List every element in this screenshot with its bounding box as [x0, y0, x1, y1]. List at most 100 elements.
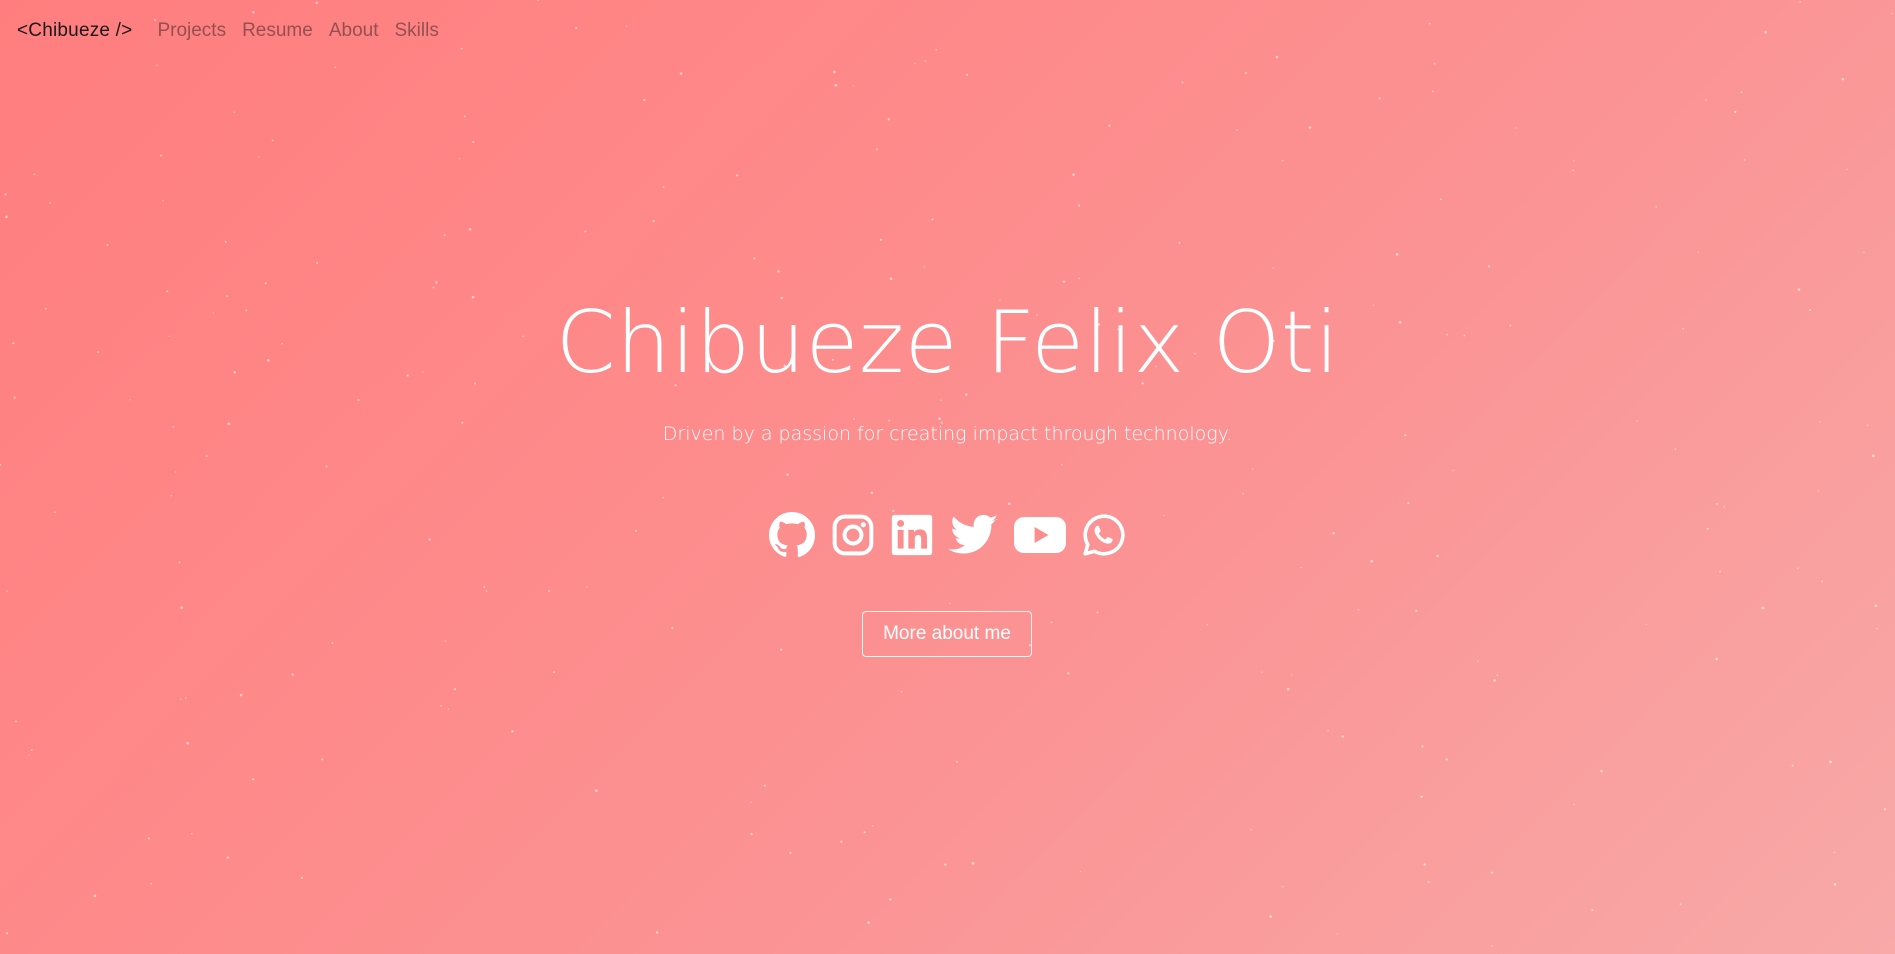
particle-dot	[1704, 99, 1707, 101]
particle-dot	[1272, 267, 1274, 269]
particle-dot	[1108, 124, 1111, 127]
particle-dot	[852, 85, 855, 87]
nav-link-about[interactable]: About	[329, 20, 379, 42]
particle-background	[0, 0, 1893, 947]
particle-dot	[679, 72, 683, 75]
particle-dot	[652, 219, 655, 223]
particle-dot	[1636, 420, 1638, 422]
particle-dot	[1308, 126, 1312, 129]
particle-dot	[1300, 566, 1302, 569]
particle-dot	[1600, 769, 1603, 773]
particle-dot	[1573, 160, 1575, 162]
particle-dot	[180, 606, 183, 609]
particle-dot	[1415, 609, 1418, 612]
particle-dot	[1797, 567, 1799, 569]
particle-dot	[1061, 464, 1063, 466]
particle-dot	[300, 876, 303, 880]
particle-dot	[971, 861, 975, 865]
particle-dot	[1336, 933, 1338, 935]
particle-dot	[239, 693, 243, 697]
particle-dot	[1874, 604, 1878, 608]
particle-dot	[321, 758, 324, 761]
instagram-icon[interactable]	[831, 510, 875, 560]
particle-dot	[956, 760, 959, 763]
particle-dot	[186, 741, 190, 745]
particle-dot	[1423, 863, 1426, 866]
particle-dot	[1833, 851, 1836, 854]
particle-dot	[834, 83, 838, 87]
particle-dot	[6, 590, 8, 592]
particle-dot	[1490, 871, 1493, 874]
particle-dot	[1740, 91, 1743, 93]
particle-dot	[447, 708, 450, 710]
particle-dot	[6, 932, 9, 935]
particle-dot	[789, 851, 792, 855]
particle-dot	[178, 561, 181, 564]
particle-dot	[1357, 608, 1360, 611]
particle-dot	[931, 218, 934, 221]
particle-dot	[1883, 808, 1887, 811]
particle-dot	[468, 228, 472, 231]
particle-dot	[1281, 160, 1284, 162]
particle-dot	[1178, 241, 1181, 244]
nav-link-resume[interactable]: Resume	[242, 20, 313, 42]
particle-dot	[1591, 909, 1594, 911]
particle-dot	[949, 602, 951, 605]
particle-dot	[1716, 502, 1718, 505]
particle-dot	[1290, 674, 1293, 676]
particle-dot	[1341, 735, 1344, 738]
nav-link-skills[interactable]: Skills	[394, 20, 438, 42]
particle-dot	[662, 186, 665, 188]
particle-dot	[129, 399, 131, 401]
github-icon[interactable]	[768, 510, 816, 560]
particle-dot	[160, 154, 163, 157]
particle-dot	[662, 496, 664, 499]
particle-dot	[1007, 502, 1011, 506]
whatsapp-icon[interactable]	[1081, 510, 1127, 560]
particle-dot	[1062, 280, 1066, 284]
particle-dot	[1715, 657, 1719, 661]
particle-dot	[552, 671, 555, 674]
particle-dot	[1829, 760, 1832, 764]
youtube-icon[interactable]	[1014, 510, 1066, 560]
particle-dot	[316, 261, 319, 264]
particle-dot	[13, 396, 16, 399]
more-about-me-button[interactable]: More about me	[862, 611, 1032, 657]
brand-logo[interactable]: <Chibueze />	[17, 20, 132, 42]
particle-dot	[334, 66, 336, 69]
particle-dot	[584, 230, 587, 233]
particle-dot	[875, 148, 878, 151]
particle-dot	[1420, 795, 1423, 798]
linkedin-icon[interactable]	[890, 510, 934, 560]
particle-dot	[106, 244, 109, 246]
particle-dot	[1491, 945, 1493, 947]
particle-dot	[887, 118, 891, 121]
particle-dot	[870, 491, 874, 495]
particle-dot	[49, 201, 51, 204]
particle-dot	[1281, 885, 1284, 888]
nav-link-projects[interactable]: Projects	[157, 20, 226, 42]
particle-dot	[1181, 81, 1184, 84]
particle-dot	[291, 673, 294, 676]
particle-dot	[1821, 580, 1824, 583]
particle-dot	[30, 749, 33, 751]
particle-dot	[1440, 198, 1442, 201]
hero-name: Chibueze Felix Oti	[555, 293, 1340, 393]
particle-dot	[1432, 90, 1434, 93]
nav-links: Projects Resume About Skills	[157, 20, 454, 42]
particle-dot	[1572, 169, 1575, 172]
particle-dot	[435, 281, 438, 284]
particle-dot	[1077, 204, 1081, 207]
particle-dot	[174, 471, 177, 473]
particle-dot	[753, 257, 756, 260]
particle-dot	[1261, 671, 1263, 673]
particle-dot	[472, 141, 475, 143]
particle-dot	[483, 585, 486, 588]
particle-dot	[162, 200, 164, 202]
particle-dot	[1421, 745, 1424, 748]
hero-tagline: Driven by a passion for creating impact …	[662, 423, 1233, 445]
particle-dot	[1817, 490, 1819, 492]
twitter-icon[interactable]	[949, 510, 999, 560]
particle-dot	[1250, 828, 1253, 831]
particle-dot	[889, 898, 892, 901]
